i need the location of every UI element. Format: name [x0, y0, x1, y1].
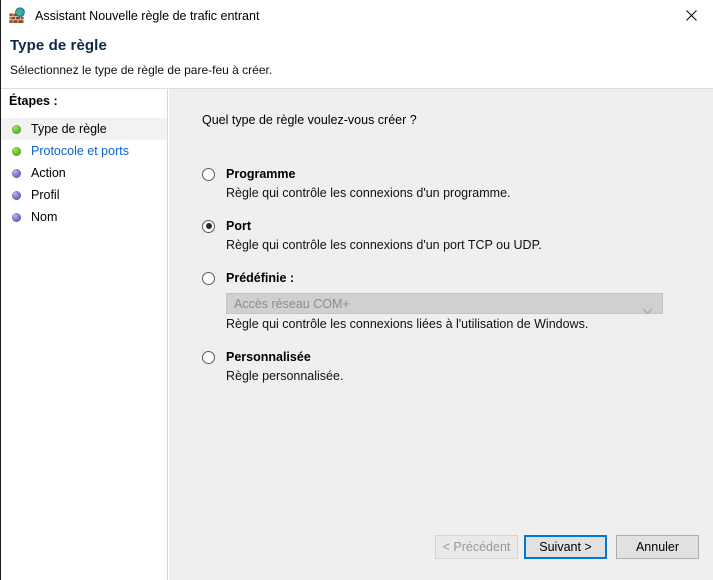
sidebar-item-action[interactable]: Action: [1, 162, 167, 184]
option-label: Programme: [226, 167, 295, 181]
sidebar-item-label: Profil: [31, 188, 59, 202]
back-button[interactable]: < Précédent: [435, 535, 518, 559]
wizard-footer: < Précédent Suivant > Annuler: [169, 518, 713, 580]
rule-type-radio-group: Programme Règle qui contrôle les connexi…: [202, 165, 672, 383]
option-predefinie: Prédéfinie : Accès réseau COM+ Règle qui…: [202, 269, 672, 331]
option-label: Prédéfinie :: [226, 271, 294, 285]
sidebar-item-label: Type de règle: [31, 122, 107, 136]
dropdown-selected-value: Accès réseau COM+: [234, 297, 350, 311]
radio-button-icon[interactable]: [202, 168, 215, 181]
option-programme: Programme Règle qui contrôle les connexi…: [202, 165, 672, 200]
option-description: Règle qui contrôle les connexions d'un p…: [226, 186, 672, 200]
next-button[interactable]: Suivant >: [524, 535, 607, 559]
window-title: Assistant Nouvelle règle de trafic entra…: [35, 8, 259, 24]
steps-list: Type de règle Protocole et ports Action …: [1, 118, 167, 228]
option-port: Port Règle qui contrôle les connexions d…: [202, 217, 672, 252]
close-icon[interactable]: [668, 0, 713, 30]
option-description: Règle qui contrôle les connexions d'un p…: [226, 238, 672, 252]
page-title: Type de règle: [10, 37, 107, 54]
sidebar-item-label: Nom: [31, 210, 57, 224]
radio-button-icon[interactable]: [202, 220, 215, 233]
sidebar-item-nom[interactable]: Nom: [1, 206, 167, 228]
step-bullet-icon: [12, 169, 21, 178]
wizard-header: Type de règle Sélectionnez le type de rè…: [1, 31, 713, 89]
step-bullet-icon: [12, 125, 21, 134]
wizard-window: Assistant Nouvelle règle de trafic entra…: [0, 0, 713, 580]
sidebar-item-profil[interactable]: Profil: [1, 184, 167, 206]
option-label: Port: [226, 219, 251, 233]
radio-button-icon[interactable]: [202, 351, 215, 364]
sidebar-item-label[interactable]: Protocole et ports: [31, 144, 129, 158]
radio-programme[interactable]: Programme: [202, 165, 672, 183]
page-subtitle: Sélectionnez le type de règle de pare-fe…: [10, 63, 272, 77]
radio-personnalisee[interactable]: Personnalisée: [202, 348, 672, 366]
title-bar: Assistant Nouvelle règle de trafic entra…: [1, 0, 713, 31]
radio-port[interactable]: Port: [202, 217, 672, 235]
predefined-rule-dropdown[interactable]: Accès réseau COM+: [226, 293, 663, 314]
firewall-brick-globe-icon: [9, 7, 26, 24]
option-description: Règle personnalisée.: [226, 369, 672, 383]
steps-heading: Étapes :: [9, 94, 58, 108]
step-bullet-icon: [12, 213, 21, 222]
radio-predefinie[interactable]: Prédéfinie :: [202, 269, 672, 287]
sidebar-item-label: Action: [31, 166, 66, 180]
wizard-body: Étapes : Type de règle Protocole et port…: [1, 89, 713, 580]
option-description: Règle qui contrôle les connexions liées …: [226, 317, 672, 331]
step-bullet-icon: [12, 191, 21, 200]
radio-button-icon[interactable]: [202, 272, 215, 285]
option-label: Personnalisée: [226, 350, 311, 364]
main-panel: Quel type de règle voulez-vous créer ? P…: [169, 89, 713, 580]
sidebar-item-protocole-et-ports[interactable]: Protocole et ports: [1, 140, 167, 162]
question-text: Quel type de règle voulez-vous créer ?: [202, 113, 417, 127]
chevron-down-icon: [642, 302, 653, 320]
cancel-button[interactable]: Annuler: [616, 535, 699, 559]
steps-sidebar: Étapes : Type de règle Protocole et port…: [1, 89, 168, 580]
option-personnalisee: Personnalisée Règle personnalisée.: [202, 348, 672, 383]
sidebar-item-type-de-regle[interactable]: Type de règle: [1, 118, 167, 140]
step-bullet-icon: [12, 147, 21, 156]
